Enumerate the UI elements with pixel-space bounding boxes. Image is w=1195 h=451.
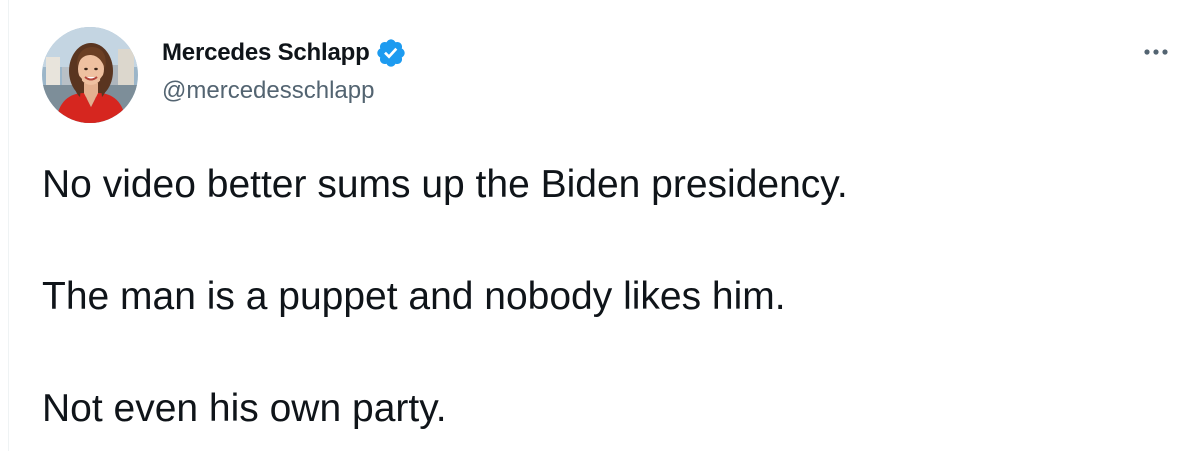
avatar[interactable] bbox=[42, 27, 138, 123]
name-row: Mercedes Schlapp bbox=[162, 37, 407, 69]
verified-badge-icon bbox=[375, 37, 407, 69]
avatar-image bbox=[42, 27, 138, 123]
tweet-paragraph: The man is a puppet and nobody likes him… bbox=[42, 275, 786, 318]
tweet-text: No video better sums up the Biden presid… bbox=[42, 157, 1162, 437]
more-options-button[interactable] bbox=[1136, 36, 1176, 68]
tweet-card: Mercedes Schlapp @mercedesschlapp No vid… bbox=[8, 0, 1195, 451]
author-handle[interactable]: @mercedesschlapp bbox=[162, 77, 407, 105]
tweet-paragraph: Not even his own party. bbox=[42, 387, 447, 430]
more-horizontal-icon bbox=[1144, 49, 1168, 55]
author-block: Mercedes Schlapp @mercedesschlapp bbox=[162, 37, 407, 105]
tweet-paragraph: No video better sums up the Biden presid… bbox=[42, 163, 848, 206]
author-display-name[interactable]: Mercedes Schlapp bbox=[162, 39, 370, 67]
